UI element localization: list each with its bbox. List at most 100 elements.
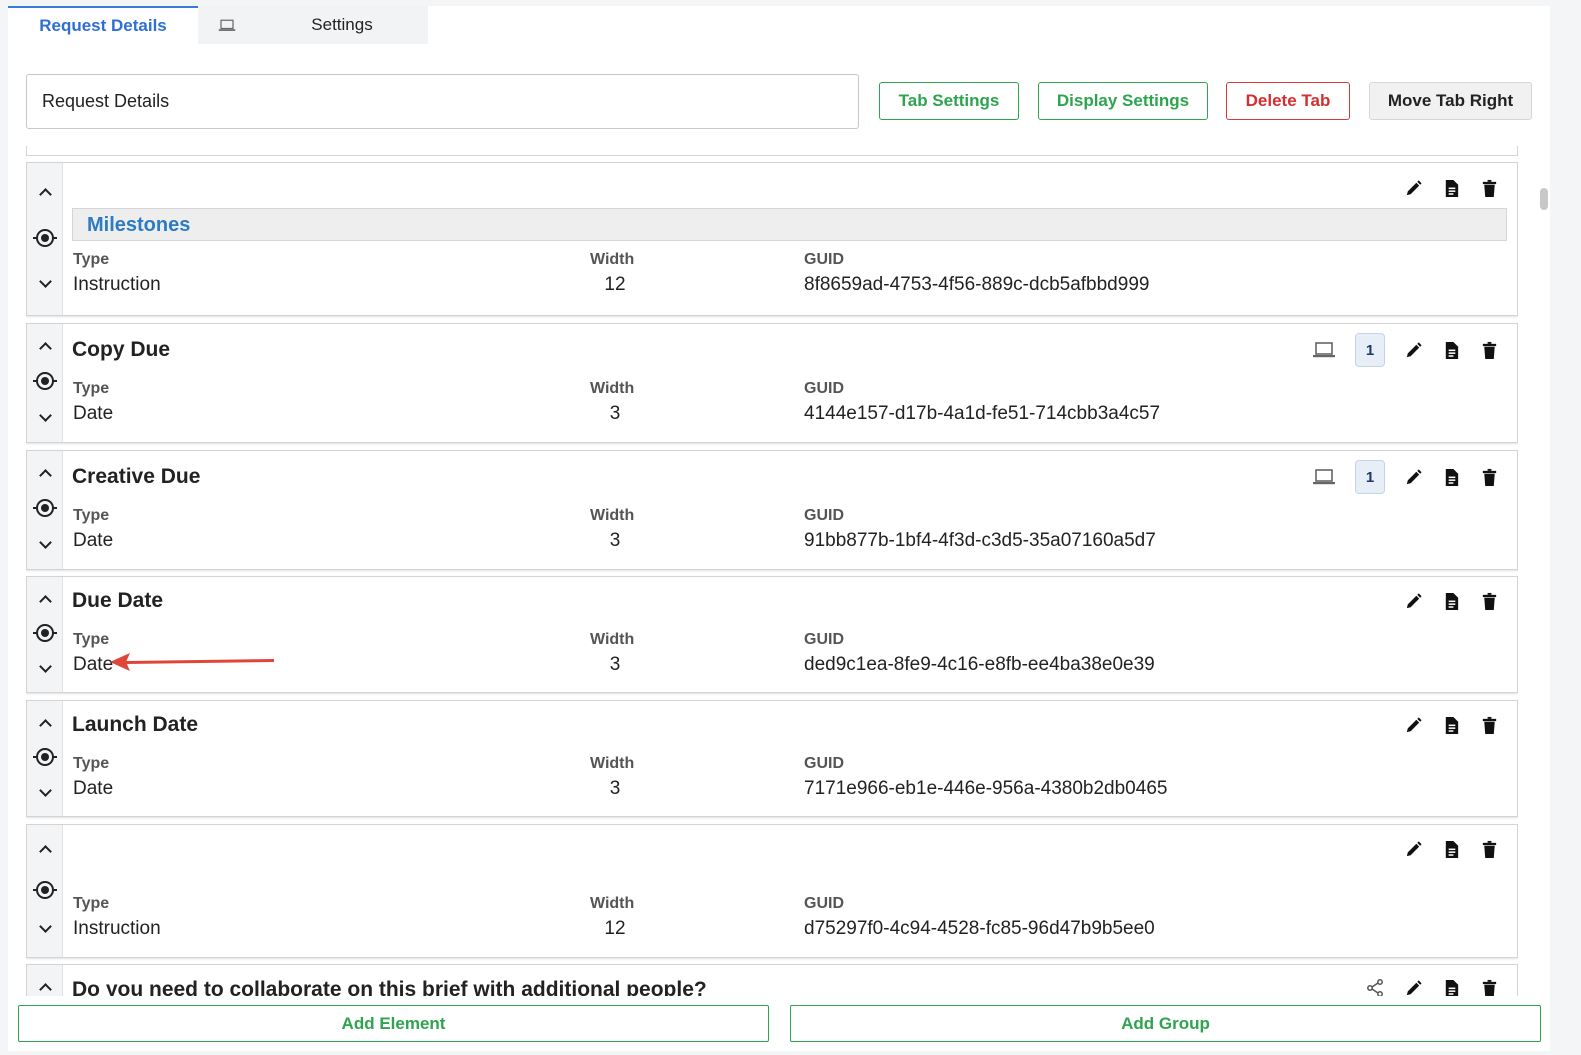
move-down-button[interactable]: [35, 408, 55, 428]
card-actions: [1403, 839, 1499, 859]
tab-display[interactable]: [198, 6, 256, 44]
document-icon[interactable]: [1441, 839, 1461, 859]
move-down-button[interactable]: [35, 274, 55, 294]
pencil-icon[interactable]: [1403, 591, 1423, 611]
target-icon: [33, 624, 57, 642]
chevron-up-icon: [38, 188, 52, 201]
target-icon: [33, 881, 57, 899]
tab-settings[interactable]: Settings: [256, 6, 428, 44]
chevron-up-icon: [38, 983, 52, 996]
document-icon[interactable]: [1441, 178, 1461, 198]
move-up-button[interactable]: [35, 839, 55, 859]
element-card: Launch Date Type Width GUID Date 3 7171e…: [26, 700, 1518, 817]
locate-button[interactable]: [33, 623, 57, 643]
trash-icon[interactable]: [1479, 839, 1499, 859]
chevron-down-icon: [38, 409, 52, 422]
move-up-button[interactable]: [35, 182, 55, 202]
guid-label: GUID: [804, 895, 844, 912]
card-actions: [1403, 715, 1499, 735]
width-label: Width: [590, 251, 635, 268]
card-actions: 1: [1311, 460, 1499, 494]
tab-name-input[interactable]: [26, 74, 859, 129]
move-up-button[interactable]: [35, 589, 55, 609]
guid-value: 7171e966-eb1e-446e-956a-4380b2db0465: [804, 778, 1168, 799]
move-up-button[interactable]: [35, 713, 55, 733]
width-value: 3: [609, 778, 621, 799]
laptop-icon[interactable]: [1311, 340, 1337, 360]
display-count-badge[interactable]: 1: [1355, 460, 1385, 494]
card-actions: [1403, 178, 1499, 198]
move-up-button[interactable]: [35, 336, 55, 356]
guid-label: GUID: [804, 380, 844, 397]
locate-button[interactable]: [33, 371, 57, 391]
card-actions: [1365, 978, 1499, 996]
document-icon[interactable]: [1441, 978, 1461, 996]
locate-button[interactable]: [33, 880, 57, 900]
element-title: Creative Due: [72, 465, 201, 488]
laptop-icon: [218, 18, 236, 33]
width-label: Width: [590, 380, 635, 397]
tab-settings-button[interactable]: Tab Settings: [879, 82, 1019, 120]
move-tab-right-button[interactable]: Move Tab Right: [1369, 82, 1532, 120]
pencil-icon[interactable]: [1403, 178, 1423, 198]
chevron-down-icon: [38, 275, 52, 288]
add-element-button[interactable]: Add Element: [18, 1005, 769, 1042]
element-card: Type Width GUID Instruction 12 d75297f0-…: [26, 824, 1518, 958]
element-card: Milestones Type Width GUID Instruction 1…: [26, 162, 1518, 316]
trash-icon[interactable]: [1479, 715, 1499, 735]
element-title: Due Date: [72, 589, 164, 612]
move-up-button[interactable]: [35, 463, 55, 483]
display-count-badge[interactable]: 1: [1355, 333, 1385, 367]
move-down-button[interactable]: [35, 919, 55, 939]
group-title: Milestones: [87, 214, 191, 236]
type-value: Date: [73, 778, 114, 799]
move-down-button[interactable]: [35, 535, 55, 555]
trash-icon[interactable]: [1479, 591, 1499, 611]
delete-tab-button[interactable]: Delete Tab: [1226, 82, 1350, 120]
guid-label: GUID: [804, 251, 844, 268]
document-icon[interactable]: [1441, 467, 1461, 487]
move-down-button[interactable]: [35, 783, 55, 803]
share-icon[interactable]: [1365, 978, 1385, 996]
move-up-button[interactable]: [35, 977, 55, 996]
trash-icon[interactable]: [1479, 178, 1499, 198]
type-value: Instruction: [73, 274, 161, 295]
guid-value: ded9c1ea-8fe9-4c16-e8fb-ee4ba38e0e39: [804, 654, 1155, 675]
trash-icon[interactable]: [1479, 467, 1499, 487]
type-value: Instruction: [73, 918, 161, 939]
pencil-icon[interactable]: [1403, 467, 1423, 487]
scrollbar-thumb[interactable]: [1540, 188, 1548, 210]
target-icon: [33, 748, 57, 766]
document-icon[interactable]: [1441, 340, 1461, 360]
locate-button[interactable]: [33, 228, 57, 248]
tab-bar: Request Details Settings: [8, 6, 428, 46]
element-card: Do you need to collaborate on this brief…: [26, 964, 1518, 996]
chevron-down-icon: [38, 920, 52, 933]
pencil-icon[interactable]: [1403, 340, 1423, 360]
pencil-icon[interactable]: [1403, 839, 1423, 859]
element-title: Do you need to collaborate on this brief…: [72, 978, 707, 996]
guid-value: 8f8659ad-4753-4f56-889c-dcb5afbbd999: [804, 274, 1150, 295]
type-value: Date: [73, 530, 114, 551]
width-value: 3: [609, 654, 621, 675]
display-settings-button[interactable]: Display Settings: [1038, 82, 1208, 120]
tab-request-details[interactable]: Request Details: [8, 6, 198, 44]
type-label: Type: [73, 895, 110, 912]
document-icon[interactable]: [1441, 591, 1461, 611]
element-editor-panel: Request Details Settings Tab Settings Di…: [8, 6, 1550, 1051]
move-down-button[interactable]: [35, 659, 55, 679]
width-value: 3: [609, 530, 621, 551]
chevron-up-icon: [38, 845, 52, 858]
document-icon[interactable]: [1441, 715, 1461, 735]
element-title: Launch Date: [72, 713, 199, 736]
guid-value: d75297f0-4c94-4528-fc85-96d47b9b5ee0: [804, 918, 1155, 939]
laptop-icon[interactable]: [1311, 467, 1337, 487]
pencil-icon[interactable]: [1403, 715, 1423, 735]
add-group-button[interactable]: Add Group: [790, 1005, 1541, 1042]
pencil-icon[interactable]: [1403, 978, 1423, 996]
guid-value: 4144e157-d17b-4a1d-fe51-714cbb3a4c57: [804, 403, 1161, 424]
locate-button[interactable]: [33, 498, 57, 518]
locate-button[interactable]: [33, 747, 57, 767]
trash-icon[interactable]: [1479, 340, 1499, 360]
trash-icon[interactable]: [1479, 978, 1499, 996]
